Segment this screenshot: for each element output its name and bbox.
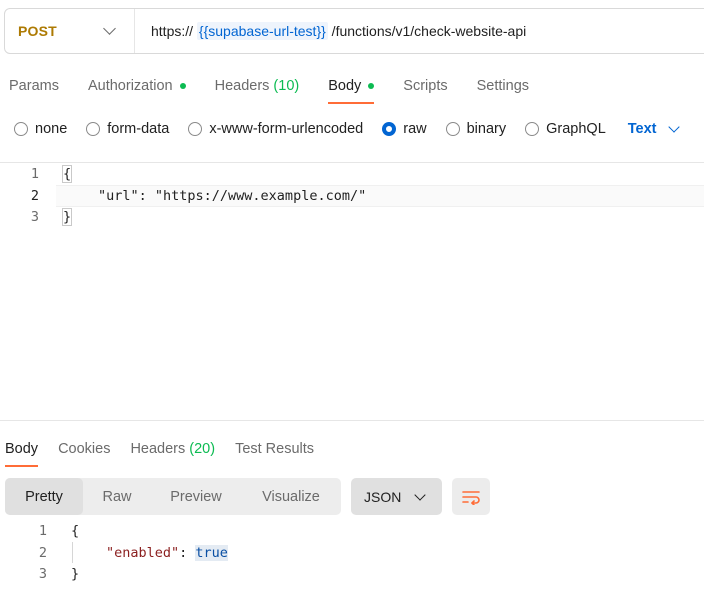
- code-line-url: "url": "https://www.example.com/": [98, 188, 367, 204]
- line-number: 1: [30, 166, 39, 182]
- radio-graphql[interactable]: GraphQL: [525, 121, 606, 137]
- tab-cookies[interactable]: Cookies: [58, 437, 110, 467]
- open-brace: {: [71, 523, 80, 539]
- radio-button-icon: [14, 122, 28, 136]
- response-tabs: Body Cookies Headers (20) Test Results: [5, 437, 334, 467]
- raw-format-label: Text: [627, 121, 657, 137]
- tab-label: Authorization: [87, 78, 173, 94]
- radio-binary[interactable]: binary: [445, 121, 507, 137]
- url-bar: POST https:// {{supabase-url-test}} /fun…: [4, 8, 704, 54]
- json-key: "enabled": [106, 545, 180, 561]
- tab-label: Body: [5, 441, 39, 457]
- view-visualize-button[interactable]: Visualize: [241, 478, 341, 515]
- line-number: 3: [30, 209, 39, 225]
- radio-button-icon: [525, 122, 540, 136]
- radio-selected-icon: [382, 122, 397, 136]
- line-number: 2: [38, 545, 47, 561]
- divider: [0, 162, 704, 163]
- response-format-label: JSON: [364, 488, 402, 505]
- tab-label: Cookies: [58, 441, 111, 457]
- wrap-lines-button[interactable]: [452, 478, 490, 515]
- response-format-select[interactable]: JSON: [351, 478, 442, 515]
- chevron-down-icon: [103, 22, 116, 35]
- radio-label: GraphQL: [546, 121, 606, 137]
- pane-resize-divider[interactable]: [0, 420, 704, 421]
- tab-label: Params: [9, 78, 59, 94]
- radio-raw[interactable]: raw: [382, 121, 427, 137]
- radio-urlencoded[interactable]: x-www-form-urlencoded: [188, 121, 363, 137]
- wrap-lines-icon: [462, 490, 480, 505]
- url-prefix: https://: [151, 23, 194, 39]
- tab-authorization[interactable]: Authorization: [88, 74, 186, 104]
- tab-settings[interactable]: Settings: [477, 74, 529, 104]
- radio-button-icon: [86, 122, 101, 136]
- url-suffix: /functions/v1/check-website-api: [327, 23, 527, 39]
- radio-none[interactable]: none: [14, 121, 67, 137]
- url-variable[interactable]: {{supabase-url-test}}: [196, 22, 328, 40]
- radio-label: x-www-form-urlencoded: [209, 121, 364, 137]
- tab-label: Body: [328, 78, 362, 94]
- radio-button-icon: [445, 122, 460, 136]
- chevron-down-icon: [667, 121, 680, 133]
- tab-label: Headers: [130, 441, 186, 457]
- view-pretty-button[interactable]: Pretty: [5, 478, 83, 515]
- tab-label: Settings: [476, 78, 530, 94]
- radio-label: binary: [466, 121, 507, 137]
- method-select[interactable]: POST: [5, 9, 135, 53]
- radio-label: none: [35, 121, 68, 137]
- view-preview-button[interactable]: Preview: [151, 478, 241, 515]
- view-raw-button[interactable]: Raw: [83, 478, 151, 515]
- line-number: 2: [30, 188, 39, 204]
- response-headers-count-badge: (20): [189, 441, 216, 457]
- radio-form-data[interactable]: form-data: [86, 121, 169, 137]
- chevron-down-icon: [414, 488, 426, 501]
- method-label: POST: [18, 23, 57, 39]
- indent-guide: [72, 542, 73, 563]
- tab-params[interactable]: Params: [9, 74, 59, 104]
- code-line-enabled: "enabled": true: [106, 545, 228, 561]
- headers-count-badge: (10): [273, 78, 300, 94]
- tab-label: Scripts: [403, 78, 448, 94]
- tab-response-body[interactable]: Body: [5, 437, 39, 467]
- tab-scripts[interactable]: Scripts: [403, 74, 447, 104]
- tab-body[interactable]: Body: [328, 74, 375, 104]
- raw-format-select[interactable]: Text: [627, 121, 680, 137]
- open-brace: {: [61, 165, 73, 183]
- line-number: 1: [38, 523, 47, 539]
- close-brace: }: [61, 208, 73, 226]
- url-input[interactable]: https:// {{supabase-url-test}} /function…: [135, 22, 527, 40]
- json-colon: :: [179, 545, 196, 561]
- radio-button-icon: [188, 122, 203, 136]
- view-mode-group: Pretty Raw Preview Visualize: [5, 478, 341, 515]
- tab-label: Test Results: [235, 441, 315, 457]
- line-number: 3: [38, 566, 47, 582]
- body-type-options: none form-data x-www-form-urlencoded raw…: [14, 118, 680, 140]
- request-tabs: Params Authorization Headers (10) Body S…: [9, 74, 558, 106]
- tab-headers[interactable]: Headers (10): [215, 74, 300, 104]
- status-dot-icon: [179, 83, 186, 89]
- tab-label: Headers: [214, 78, 270, 94]
- tab-response-headers[interactable]: Headers (20): [130, 437, 215, 467]
- status-dot-icon: [368, 83, 375, 89]
- json-value: true: [195, 545, 228, 561]
- radio-label: raw: [403, 121, 427, 137]
- close-brace: }: [71, 566, 80, 582]
- radio-label: form-data: [107, 121, 170, 137]
- tab-test-results[interactable]: Test Results: [235, 437, 314, 467]
